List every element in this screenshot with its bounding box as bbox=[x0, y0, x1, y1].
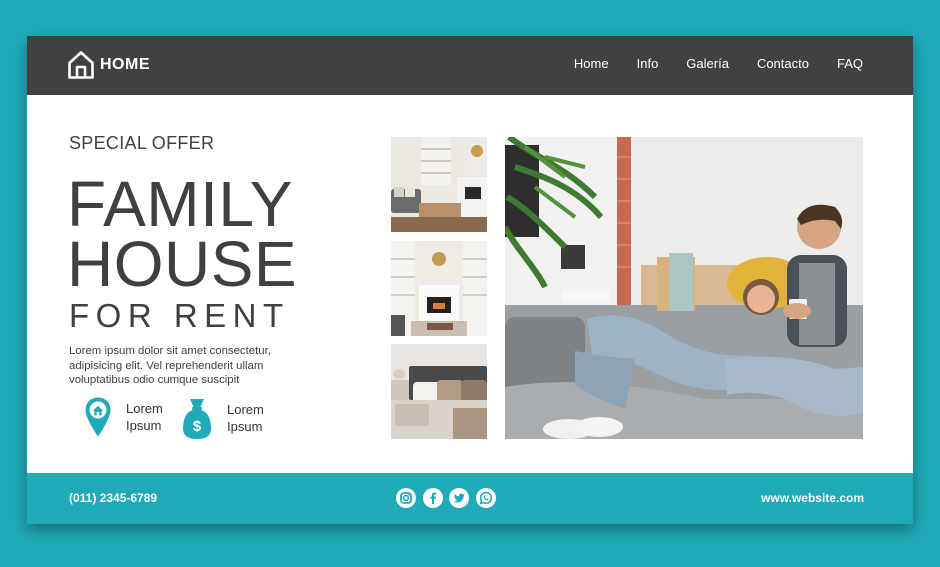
main-nav: Home Info Galería Contacto FAQ bbox=[546, 56, 863, 71]
location-pin-icon bbox=[85, 397, 111, 437]
hero-title-line1: FAMILY bbox=[67, 168, 293, 240]
nav-galeria[interactable]: Galería bbox=[686, 56, 729, 71]
top-navigation-bar: HOME Home Info Galería Contacto FAQ bbox=[27, 36, 913, 95]
facebook-icon[interactable] bbox=[422, 488, 443, 508]
hero-subtitle: FOR RENT bbox=[69, 297, 290, 334]
feature-price: $ Lorem Ipsum bbox=[181, 396, 264, 440]
feature-list: Lorem Ipsum $ Lorem Ipsum bbox=[84, 396, 334, 446]
logo-text: HOME bbox=[100, 56, 150, 73]
hero-title-line2: HOUSE bbox=[67, 228, 298, 300]
phone-number[interactable]: (011) 2345-6789 bbox=[69, 491, 157, 505]
feature-price-label: Lorem Ipsum bbox=[227, 402, 264, 434]
living-room-photo bbox=[391, 137, 487, 232]
bedroom-photo bbox=[391, 344, 487, 439]
svg-text:$: $ bbox=[193, 418, 202, 435]
special-offer-kicker: SPECIAL OFFER bbox=[69, 133, 215, 153]
site-logo[interactable]: HOME bbox=[67, 50, 150, 80]
twitter-icon[interactable] bbox=[449, 488, 469, 508]
nav-faq[interactable]: FAQ bbox=[837, 56, 863, 71]
feature-location: Lorem Ipsum bbox=[84, 396, 163, 438]
nav-info[interactable]: Info bbox=[637, 56, 659, 71]
instagram-icon[interactable] bbox=[396, 488, 416, 508]
couple-on-sofa-photo bbox=[505, 137, 863, 439]
social-links bbox=[396, 488, 502, 508]
nav-contacto[interactable]: Contacto bbox=[757, 56, 809, 71]
money-bag-icon: $ bbox=[183, 399, 211, 439]
hero-description: Lorem ipsum dolor sit amet consectetur, … bbox=[69, 345, 271, 386]
footer-bar: (011) 2345-6789 www.website.com bbox=[27, 473, 913, 524]
feature-location-label: Lorem Ipsum bbox=[126, 401, 163, 433]
landing-page-card: HOME Home Info Galería Contacto FAQ SPEC… bbox=[27, 36, 913, 524]
whatsapp-icon[interactable] bbox=[475, 488, 496, 508]
fireplace-photo bbox=[391, 241, 487, 336]
website-url[interactable]: www.website.com bbox=[761, 491, 864, 505]
home-outline-icon bbox=[68, 51, 94, 79]
nav-home[interactable]: Home bbox=[574, 56, 609, 71]
